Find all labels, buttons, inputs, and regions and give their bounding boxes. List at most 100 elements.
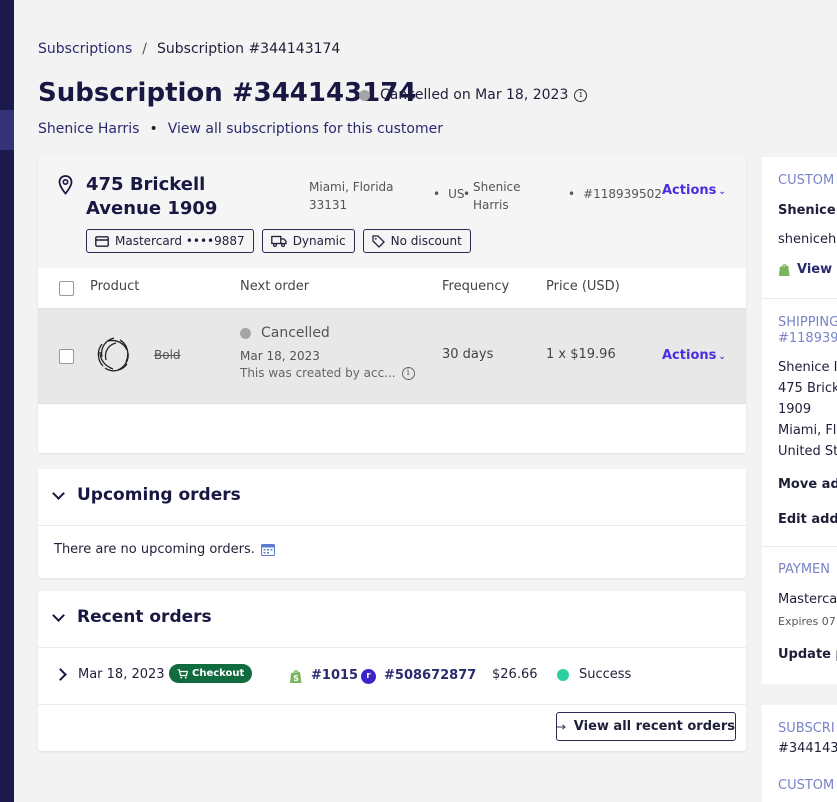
- sidebar-shipping-heading: SHIPPING: [778, 315, 837, 330]
- sidebar-move-address-link[interactable]: Move add: [778, 477, 837, 492]
- bullet-separator: •: [463, 187, 471, 201]
- shop-order-link[interactable]: #1015: [311, 668, 358, 683]
- recharge-icon: r: [361, 669, 376, 684]
- status-text: Cancelled on Mar 18, 2023: [380, 87, 569, 103]
- info-icon[interactable]: i: [574, 88, 588, 102]
- upcoming-orders-title: Upcoming orders: [77, 485, 241, 505]
- chevron-down-icon: [52, 486, 65, 500]
- actions-label: Actions: [662, 348, 717, 363]
- breadcrumb: Subscriptions / Subscription #344143174: [38, 41, 340, 57]
- sidebar-panel: CUSTOM Shenice I shenicehi View SHIPPING…: [762, 157, 837, 684]
- upcoming-empty-message: There are no upcoming orders.: [54, 542, 275, 557]
- product-thumbnail: [97, 337, 129, 372]
- bullet-separator: •: [149, 121, 158, 137]
- breadcrumb-separator: /: [142, 41, 147, 57]
- col-next-order: Next order: [240, 279, 310, 294]
- address-actions-button[interactable]: Actions ⌄: [662, 183, 726, 198]
- sidebar-shipping-id: #118939: [778, 331, 837, 346]
- order-status: Success: [557, 667, 631, 682]
- breadcrumb-current: Subscription #344143174: [157, 41, 341, 57]
- address-city: Miami, Florida 33131: [309, 180, 394, 212]
- col-price: Price (USD): [546, 279, 620, 294]
- address-header: 475 Brickell Avenue 1909 Miami, Florida …: [38, 157, 746, 268]
- arrow-right-icon: [557, 723, 566, 730]
- location-pin-icon: [58, 175, 73, 195]
- table-row: Mar 18, 2023 Checkout S #1015 r #5086728…: [38, 648, 746, 704]
- cart-icon: [177, 668, 188, 678]
- divider: [38, 525, 746, 526]
- info-icon[interactable]: i: [401, 366, 415, 380]
- sidebar-customer-email: shenicehi: [778, 232, 837, 247]
- row-price: 1 x $19.96: [546, 347, 616, 362]
- view-all-recent-orders-label: View all recent orders: [573, 719, 735, 734]
- sidebar-update-payment-link[interactable]: Update p: [778, 647, 837, 662]
- sidebar-customer-heading-2: CUSTOM: [778, 778, 835, 793]
- subscription-status: Cancelled on Mar 18, 2023 i: [359, 87, 588, 103]
- view-all-recent-orders-button[interactable]: View all recent orders: [556, 712, 736, 741]
- address-country: • US: [433, 187, 465, 201]
- sidebar-subscription-heading: SUBSCRI: [778, 721, 835, 736]
- recent-orders-title: Recent orders: [77, 607, 212, 627]
- chevron-down-icon: [52, 608, 65, 622]
- address-recipient: Shenice Harris: [473, 178, 533, 214]
- checkout-tag-label: Checkout: [192, 668, 245, 679]
- upcoming-orders-toggle[interactable]: Upcoming orders: [52, 485, 241, 505]
- next-order-date: Mar 18, 2023: [240, 349, 320, 363]
- sidebar-customer-heading: CUSTOM: [778, 173, 835, 188]
- discount-badge-label: No discount: [390, 234, 462, 248]
- address-id: • #118939502: [568, 187, 662, 201]
- status-dot-icon: [359, 89, 370, 101]
- order-status-text: Success: [579, 667, 632, 682]
- sidebar-ship-name: Shenice I: [778, 360, 837, 375]
- row-frequency: 30 days: [442, 347, 494, 362]
- shipping-badge[interactable]: Dynamic: [261, 229, 355, 253]
- chevron-right-icon[interactable]: [54, 668, 67, 681]
- shopify-icon: [778, 263, 790, 276]
- chevron-down-icon: ⌄: [718, 187, 726, 197]
- row-actions-button[interactable]: Actions ⌄: [662, 348, 726, 363]
- upcoming-orders-card: Upcoming orders There are no upcoming or…: [38, 469, 746, 578]
- select-all-checkbox[interactable]: [59, 281, 74, 296]
- discount-badge[interactable]: No discount: [362, 229, 471, 253]
- row-checkbox[interactable]: [59, 349, 74, 364]
- subscription-details-card: 475 Brickell Avenue 1909 Miami, Florida …: [38, 157, 746, 453]
- checkout-tag: Checkout: [169, 664, 253, 683]
- recharge-order-link[interactable]: #508672877: [384, 668, 476, 683]
- next-order-note: This was created by acc... i: [240, 366, 415, 380]
- sidebar-view-link[interactable]: View: [778, 262, 832, 277]
- divider: [762, 546, 837, 547]
- next-order-status-text: Cancelled: [261, 325, 330, 341]
- divider: [762, 298, 837, 299]
- sidebar-payment-heading: PAYMEN: [778, 562, 830, 577]
- order-date: Mar 18, 2023: [78, 667, 165, 682]
- sidebar-view-label: View: [797, 262, 833, 277]
- recent-orders-toggle[interactable]: Recent orders: [52, 607, 212, 627]
- order-amount: $26.66: [492, 667, 538, 682]
- next-order-note-text: This was created by acc...: [240, 366, 396, 380]
- sidebar-panel-secondary: SUBSCRI #344143 CUSTOM: [762, 705, 837, 802]
- recent-orders-card: Recent orders Mar 18, 2023 Checkout S #1…: [38, 591, 746, 751]
- sidebar-payment-card: Mastercar: [778, 592, 837, 607]
- sidebar-edit-address-link[interactable]: Edit addr: [778, 512, 837, 527]
- col-product: Product: [90, 279, 140, 294]
- divider: [38, 704, 746, 705]
- badge-row: Mastercard ••••9887 Dynamic No discount: [86, 229, 471, 253]
- tag-icon: [371, 234, 385, 248]
- payment-badge-label: Mastercard ••••9887: [115, 234, 245, 248]
- address-recipient-text: Shenice Harris: [473, 180, 521, 212]
- customer-line: Shenice Harris • View all subscriptions fo…: [38, 121, 443, 137]
- payment-badge[interactable]: Mastercard ••••9887: [86, 229, 254, 253]
- sidebar-payment-expires: Expires 07: [778, 615, 836, 628]
- breadcrumb-subscriptions-link[interactable]: Subscriptions: [38, 41, 132, 57]
- credit-card-icon: [95, 235, 109, 247]
- nav-active-item[interactable]: [0, 110, 14, 150]
- customer-name-link[interactable]: Shenice Harris: [38, 121, 139, 137]
- view-all-subscriptions-link[interactable]: View all subscriptions for this customer: [168, 121, 443, 137]
- col-frequency: Frequency: [442, 279, 510, 294]
- product-name[interactable]: Bold: [154, 348, 181, 362]
- sidebar-ship-unit: 1909: [778, 402, 812, 417]
- upcoming-empty-text: There are no upcoming orders.: [54, 542, 255, 557]
- sidebar-customer-name: Shenice I: [778, 203, 837, 218]
- shopify-icon: S: [290, 670, 302, 683]
- products-table-header: Product Next order Frequency Price (USD): [38, 268, 746, 309]
